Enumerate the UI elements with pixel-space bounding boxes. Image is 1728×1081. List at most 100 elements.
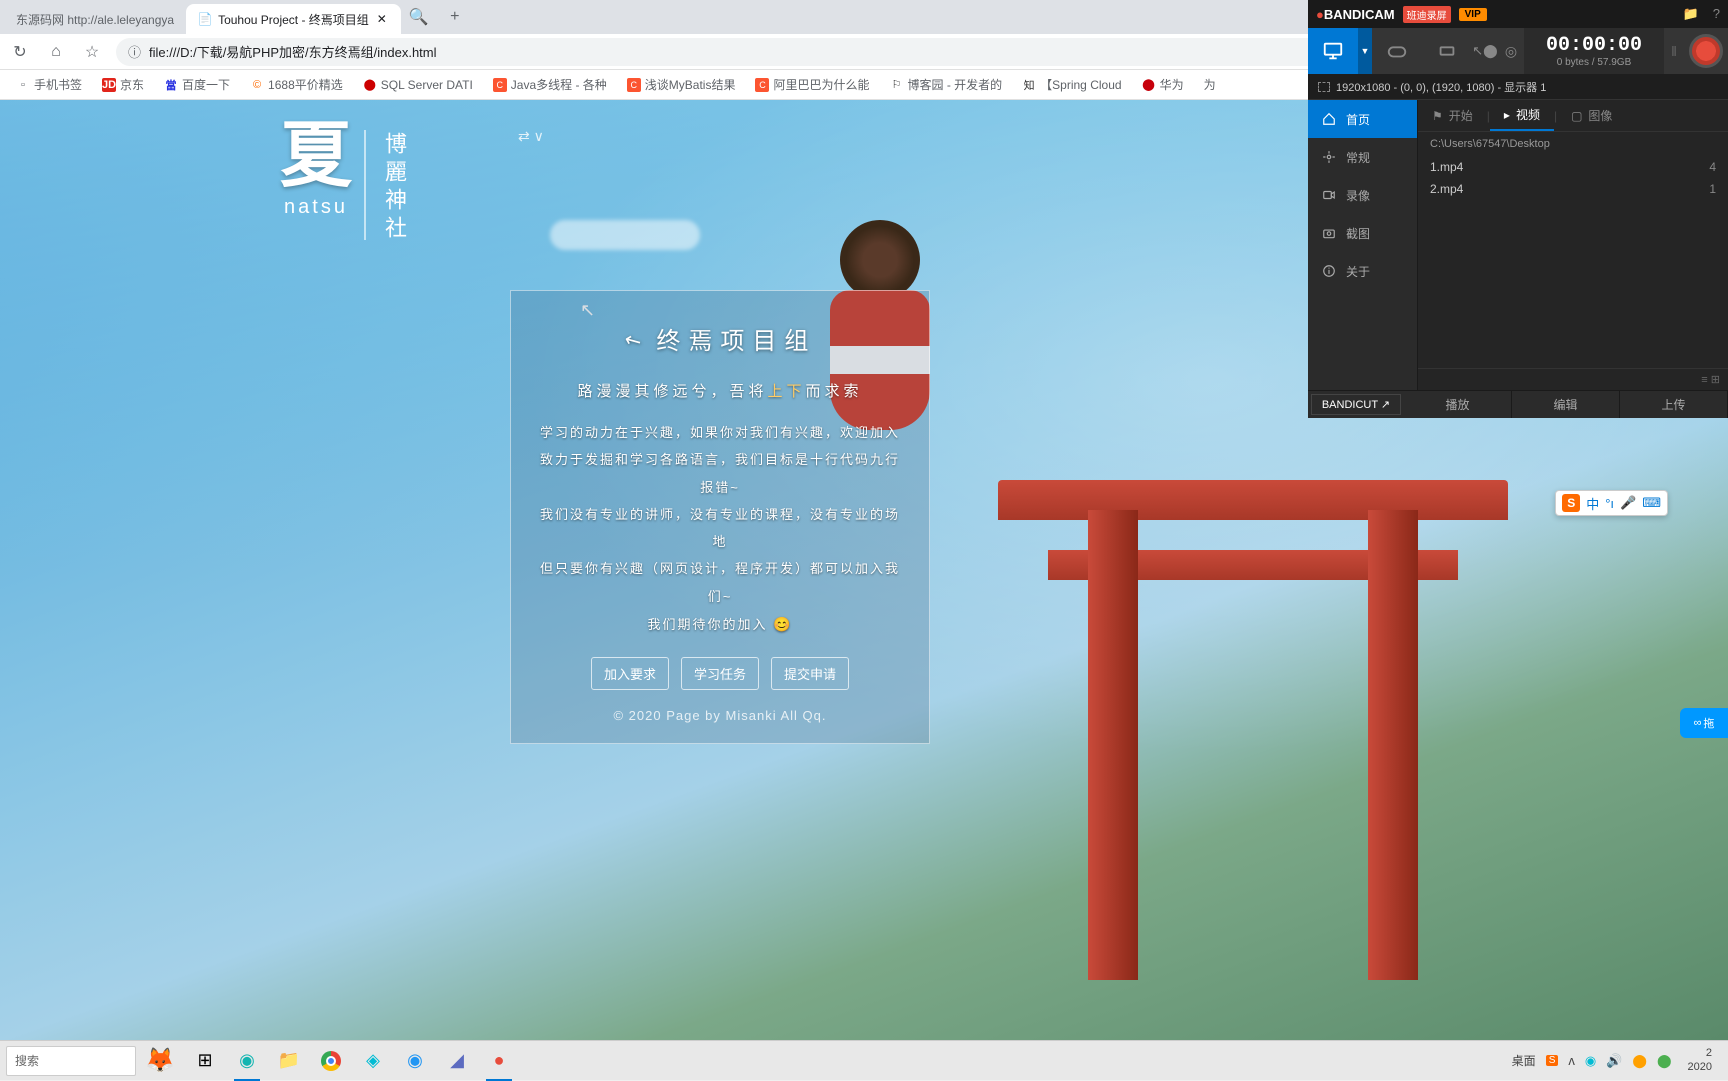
taskbar-app2[interactable]: ◉ [394, 1041, 436, 1081]
bookmark-jd[interactable]: JD 京东 [94, 72, 152, 98]
bookmark-huawei[interactable]: ⬤ 华为 [1134, 72, 1192, 98]
tab-image[interactable]: ▢ 图像 [1557, 100, 1626, 131]
webcam-icon: ◎ [1505, 43, 1517, 60]
bookmark-sql[interactable]: ⬤ SQL Server DATI [355, 72, 481, 98]
bandicam-titlebar[interactable]: ●BANDICAM 班迪录屏 VIP 📁 ? [1308, 0, 1728, 28]
bookmark-mybatis[interactable]: C 浅谈MyBatis结果 [619, 72, 744, 98]
taskbar-recorder[interactable]: ● [478, 1041, 520, 1081]
bookmark-mobile[interactable]: ▫ 手机书签 [8, 72, 90, 98]
tray-network-icon[interactable]: ⬤ [1632, 1053, 1647, 1069]
monitor-icon [1322, 40, 1344, 62]
nav-about[interactable]: 关于 [1308, 252, 1417, 290]
logo-arrow-icon: ⇄ ∨ [518, 128, 544, 145]
bookmark-baidu[interactable]: 當 百度一下 [156, 72, 238, 98]
close-icon[interactable]: ✕ [375, 12, 389, 26]
tab-search-icon[interactable]: 🔍 [405, 3, 433, 31]
game-mode-button[interactable] [1372, 28, 1422, 74]
card-title: ↖ 终焉项目组 [535, 321, 905, 356]
bookmark-java[interactable]: C Java多线程 - 各种 [485, 72, 615, 98]
reload-button[interactable]: ↻ [8, 40, 32, 64]
keyboard-icon[interactable]: ⌨ [1642, 495, 1661, 511]
bandicam-body: 首页 常规 录像 截图 关于 ⚑ 开始 [1308, 100, 1728, 390]
tray-app-icon[interactable]: ◉ [1585, 1053, 1596, 1069]
home-button[interactable]: ⌂ [44, 40, 68, 64]
card-buttons: 加入要求 学习任务 提交申请 [535, 657, 905, 690]
float-drag-button[interactable]: ∞ 拖 [1680, 708, 1728, 738]
system-tray: 桌面 S ʌ ◉ 🔊 ⬤ ⬤ 2 2020 [1502, 1047, 1728, 1073]
site-logo: 夏 natsu 博麗神社 ⇄ ∨ [280, 120, 544, 244]
bandicut-button[interactable]: BANDICUT ↗ [1311, 394, 1401, 415]
browser-tab-2[interactable]: 📄 Touhou Project - 终焉项目组 ✕ [186, 4, 401, 34]
ime-lang[interactable]: 中 [1586, 494, 1599, 513]
favorite-button[interactable]: ☆ [80, 40, 104, 64]
browser-tab-1[interactable]: 东源码网 http://ale.leleyangya [4, 4, 186, 34]
folder-icon[interactable]: 📁 [1683, 6, 1699, 22]
ime-toolbar[interactable]: S 中 °ı 🎤 ⌨ [1555, 490, 1668, 516]
new-tab-button[interactable]: + [441, 3, 469, 31]
cursor-toggle[interactable]: ↖⬤ [1472, 28, 1498, 74]
tab-video[interactable]: ▸ 视频 [1490, 100, 1554, 131]
bookmark-more[interactable]: 为 [1196, 72, 1224, 98]
tab-start[interactable]: ⚑ 开始 [1418, 100, 1487, 131]
bookmark-ali[interactable]: C 阿里巴巴为什么能 [747, 72, 877, 98]
bookmark-cnblogs[interactable]: ⚐ 博客园 - 开发者的 [882, 72, 1011, 98]
content-card: ↖ 终焉项目组 路漫漫其修远兮，吾将上下而求索 学习的动力在于兴趣，如果你对我们… [510, 290, 930, 744]
content-tabs: ⚑ 开始 | ▸ 视频 | ▢ 图像 [1418, 100, 1728, 132]
record-button[interactable] [1684, 28, 1728, 74]
play-button[interactable]: 播放 [1404, 391, 1512, 418]
info-icon [1322, 264, 1336, 278]
tray-security-icon[interactable]: ⬤ [1657, 1053, 1672, 1069]
firefox-icon[interactable]: 🦊 [136, 1041, 184, 1081]
help-icon[interactable]: ? [1713, 6, 1720, 22]
learning-tasks-button[interactable]: 学习任务 [681, 657, 759, 690]
bandicam-nav: 首页 常规 录像 截图 关于 [1308, 100, 1418, 390]
taskbar-clock[interactable]: 2 2020 [1682, 1047, 1718, 1073]
view-toggle[interactable]: ≡ ⊞ [1418, 368, 1728, 390]
join-requirements-button[interactable]: 加入要求 [591, 657, 669, 690]
pause-button[interactable]: ‖ [1664, 28, 1684, 74]
taskbar-app1[interactable]: ◈ [352, 1041, 394, 1081]
taskbar-search[interactable]: 搜索 [6, 1046, 136, 1076]
camera-icon [1322, 226, 1336, 240]
vip-badge: VIP [1459, 8, 1487, 21]
cnblogs-icon: ⚐ [890, 78, 904, 92]
url-text: file:///D:/下载/易航PHP加密/东方终焉组/index.html [149, 42, 437, 61]
ime-punct[interactable]: °ı [1605, 496, 1614, 511]
nav-general[interactable]: 常规 [1308, 138, 1417, 176]
nav-home[interactable]: 首页 [1308, 100, 1417, 138]
submit-application-button[interactable]: 提交申请 [771, 657, 849, 690]
torii-gate-decoration [1028, 480, 1478, 980]
display-info-bar[interactable]: 1920x1080 - (0, 0), (1920, 1080) - 显示器 1 [1308, 74, 1728, 100]
taskbar-chrome[interactable] [310, 1041, 352, 1081]
record-icon [1689, 34, 1723, 68]
task-view-button[interactable]: ⊞ [184, 1041, 226, 1081]
logo-side-text: 博麗神社 [378, 132, 410, 244]
webcam-toggle[interactable]: ◎ [1498, 28, 1524, 74]
taskbar-360browser[interactable]: ◉ [226, 1041, 268, 1081]
logo-kanji: 夏 [280, 120, 352, 192]
screen-mode-button[interactable] [1308, 28, 1358, 74]
device-mode-button[interactable] [1422, 28, 1472, 74]
mode-toolbar: ▼ ↖⬤ ◎ 00:00:00 0 bytes / 57.9GB ‖ [1308, 28, 1728, 74]
taskbar-explorer[interactable]: 📁 [268, 1041, 310, 1081]
bookmark-spring[interactable]: 知 【Spring Cloud [1014, 72, 1129, 98]
upload-button[interactable]: 上传 [1620, 391, 1728, 418]
mode-dropdown[interactable]: ▼ [1358, 28, 1372, 74]
nav-record[interactable]: 录像 [1308, 176, 1417, 214]
1688-icon: © [250, 78, 264, 92]
taskbar-app3[interactable]: ◢ [436, 1041, 478, 1081]
bookmark-1688[interactable]: © 1688平价精选 [242, 72, 351, 98]
tray-sogou-icon[interactable]: S [1546, 1055, 1559, 1066]
file-row[interactable]: 1.mp4 4 [1418, 156, 1728, 178]
mic-icon[interactable]: 🎤 [1620, 495, 1636, 511]
product-badge: 班迪录屏 [1403, 6, 1451, 23]
tray-expand-icon[interactable]: ʌ [1568, 1053, 1575, 1068]
edit-button[interactable]: 编辑 [1512, 391, 1620, 418]
nav-screenshot[interactable]: 截图 [1308, 214, 1417, 252]
bandicam-content: ⚑ 开始 | ▸ 视频 | ▢ 图像 C:\Users\67547\Deskto… [1418, 100, 1728, 390]
card-subtitle: 路漫漫其修远兮，吾将上下而求索 [535, 380, 905, 401]
tray-desktop-label[interactable]: 桌面 [1512, 1052, 1536, 1069]
file-row[interactable]: 2.mp4 1 [1418, 178, 1728, 200]
output-path[interactable]: C:\Users\67547\Desktop [1418, 132, 1728, 156]
tray-volume-icon[interactable]: 🔊 [1606, 1053, 1622, 1069]
